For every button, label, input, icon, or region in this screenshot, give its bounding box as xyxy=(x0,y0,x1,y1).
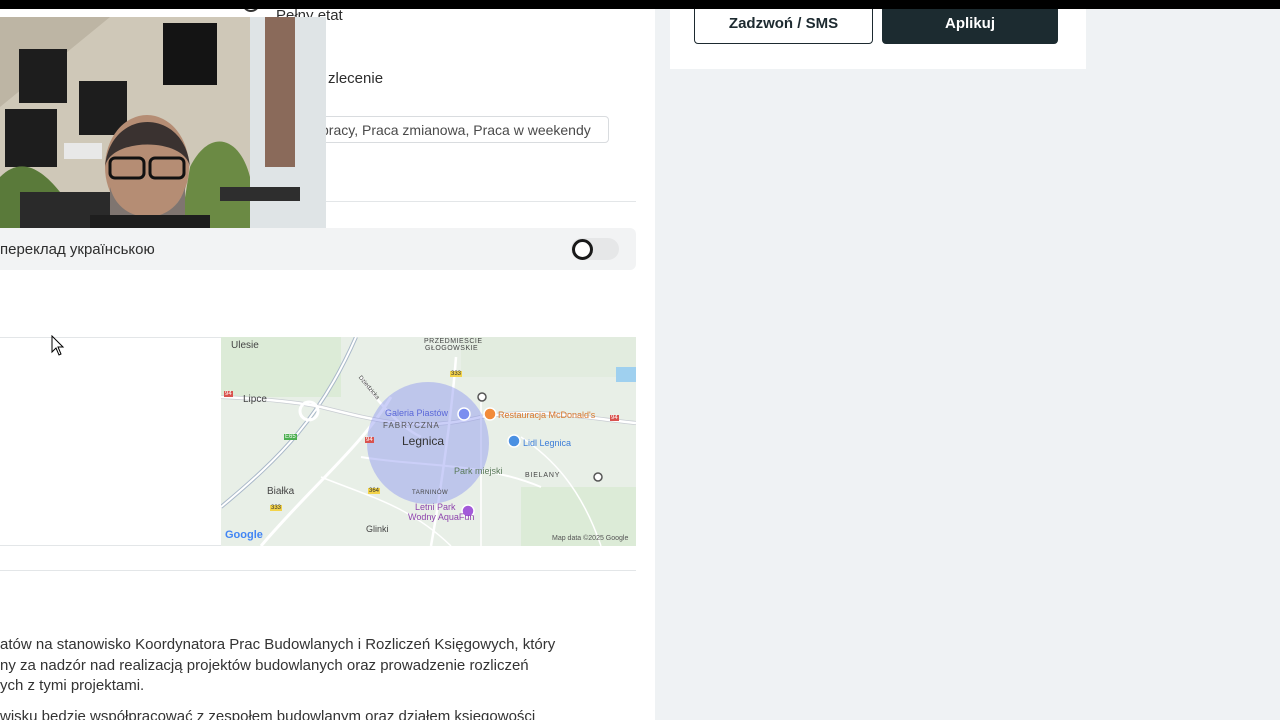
description-divider xyxy=(0,570,636,571)
map-label-przedmiescie: PRZEDMIEŚCIE xyxy=(424,338,483,345)
translation-label: переклад українською xyxy=(0,241,155,258)
map-label-glogowskie: GŁOGOWSKIE xyxy=(425,345,479,352)
map-road-94-east: 94 xyxy=(610,415,619,421)
description-line: wisku będzie współpracować z zespołem bu… xyxy=(0,707,536,720)
map-label-letni-park: Letni Park xyxy=(415,502,456,512)
right-panel-background xyxy=(655,0,1270,720)
map-road-364: 364 xyxy=(368,488,381,494)
apply-button[interactable]: Aplikuj xyxy=(882,3,1058,44)
map-road-333: 333 xyxy=(450,371,463,377)
contract-option-label: zlecenie xyxy=(328,70,384,87)
map-label-park: Park miejski xyxy=(454,466,503,476)
map-attribution[interactable]: Map data ©2025 Google xyxy=(552,535,628,542)
map-label-lidl: Lidl Legnica xyxy=(523,438,572,448)
description-line: atów na stanowisko Koordynatora Prac Bud… xyxy=(0,636,556,653)
action-card: Zadzwoń / SMS Aplikuj xyxy=(670,0,1086,69)
map-road-e65: E65 xyxy=(284,434,297,440)
work-mode-tags-input[interactable]: pracy, Praca zmianowa, Praca w weekendy xyxy=(290,116,609,143)
job-description: atów na stanowisko Koordynatora Prac Bud… xyxy=(0,635,600,720)
mouse-cursor-icon xyxy=(51,335,65,356)
map-label-tarninow: TARNINÓW xyxy=(412,490,449,496)
map-label-mcdonalds: Restauracja McDonald's xyxy=(498,410,596,420)
map-road-94-west: 94 xyxy=(224,391,233,397)
page-root: Zadzwoń / SMS Aplikuj Pełny etat zleceni… xyxy=(0,0,1280,720)
toggle-knob xyxy=(572,239,593,260)
call-sms-button[interactable]: Zadzwoń / SMS xyxy=(694,3,873,44)
map-label-glinki: Glinki xyxy=(366,524,389,534)
location-map[interactable]: Ulesie PRZEDMIEŚCIE GŁOGOWSKIE 333 94 Li… xyxy=(221,337,636,546)
map-label-galeria: Galeria Piastów xyxy=(385,408,449,418)
map-label-bialka: Białka xyxy=(267,486,295,497)
map-label-bielany: BIELANY xyxy=(525,472,561,479)
scrollbar-track[interactable] xyxy=(1270,0,1280,720)
description-line: ych z tymi projektami. xyxy=(0,677,145,694)
google-logo: Google xyxy=(225,529,263,541)
map-label-aquafun: Wodny AquaFun xyxy=(408,512,475,522)
webcam-overlay xyxy=(0,17,326,228)
map-label-lipce: Lipce xyxy=(243,394,267,405)
translation-toggle[interactable] xyxy=(571,238,619,260)
webcam-image xyxy=(0,17,326,228)
description-line: ny za nadzór nad realizacją projektów bu… xyxy=(0,656,529,674)
translation-bar: переклад українською xyxy=(0,228,636,270)
map-road-94-center: 94 xyxy=(365,437,374,443)
map-label-ulesie: Ulesie xyxy=(231,340,259,351)
top-black-bar xyxy=(0,0,1280,9)
map-label-legnica: Legnica xyxy=(402,434,445,448)
map-road-333-south: 333 xyxy=(270,505,283,511)
map-label-fabryczna: FABRYCZNA xyxy=(383,421,440,430)
